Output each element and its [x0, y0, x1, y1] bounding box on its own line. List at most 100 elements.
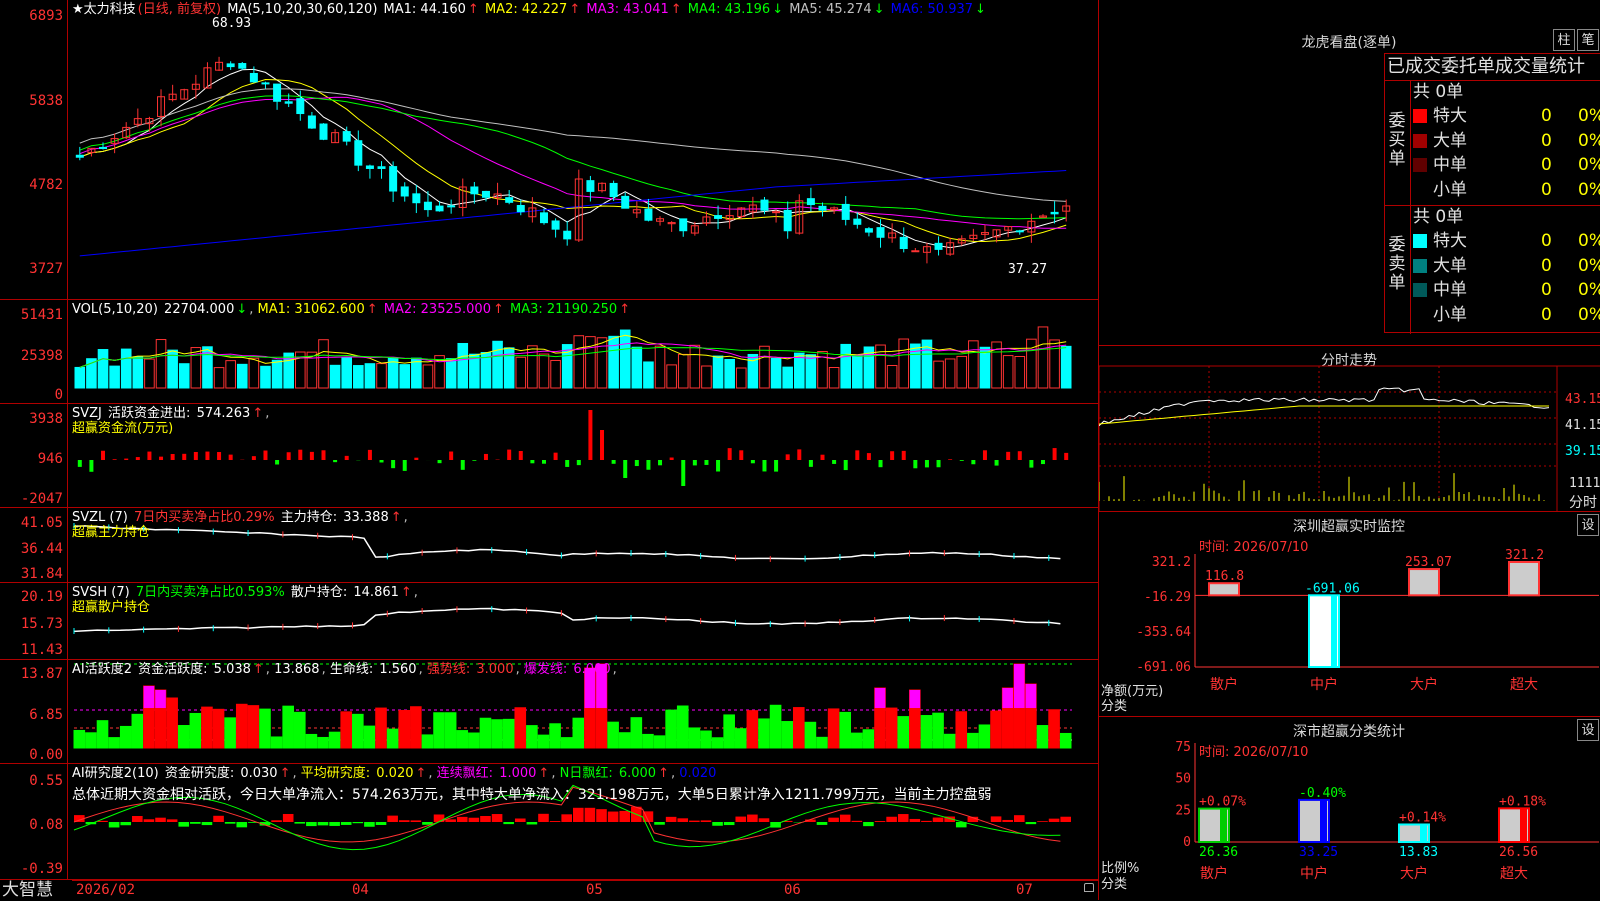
candle-body — [482, 191, 489, 197]
candle-body — [842, 204, 849, 219]
svzl-panel[interactable]: 41.05 36.44 31.84 SVZL (7) 7日内买卖净占比0.29%… — [0, 508, 1098, 583]
flow-bar — [739, 450, 743, 460]
candle-body — [262, 83, 269, 84]
flow-bar — [1064, 453, 1068, 460]
lhb-row-pct: 0% — [1578, 104, 1600, 128]
vol-bar — [632, 347, 642, 388]
research-bar — [132, 816, 143, 822]
research-bar — [875, 821, 886, 822]
ai-research-panel[interactable]: 0.55 0.08 -0.39 AI研究度2(10) 资金研究度: 0.030↑… — [0, 764, 1098, 880]
ma-arrow: ↑ — [493, 302, 508, 317]
classify-panel[interactable]: 深市超赢分类统计 设 时间: 2026/07/10 7550250+0.07%2… — [1098, 716, 1600, 900]
activity-bar — [1037, 726, 1048, 748]
activity-bar — [132, 714, 143, 748]
ai1-burst-label: 爆发线: — [524, 662, 567, 677]
ai2-arrow3: ↑ — [538, 766, 549, 781]
monitor-value: 321.2 — [1505, 548, 1544, 563]
research-bar — [898, 814, 909, 822]
ai2-chart[interactable] — [0, 764, 1098, 880]
vol-bar — [214, 368, 224, 388]
activity-bar — [608, 722, 619, 748]
svsh-panel[interactable]: 20.19 15.73 11.43 SVSH (7) 7日内买卖净占比0.593… — [0, 583, 1098, 660]
flow-bar — [310, 452, 314, 460]
activity-bar — [701, 731, 712, 748]
ai2-lian-label: 连续飘红: — [437, 766, 493, 781]
date-tick: 05 — [586, 882, 603, 898]
burst-cap — [144, 686, 155, 708]
activity-bar — [294, 712, 305, 748]
candle-body — [250, 73, 257, 81]
research-bar — [608, 812, 619, 822]
ai2-header: AI研究度2(10) 资金研究度: 0.030↑, 平均研究度: 0.020↑,… — [72, 766, 718, 781]
vol-bar — [1061, 346, 1071, 388]
monitor-chart[interactable]: 321.2-16.29-353.64-691.06116.8散户-691.06中… — [1099, 512, 1600, 717]
vol-bar — [458, 343, 468, 388]
kline-chart[interactable] — [0, 0, 1098, 300]
candle-body — [1051, 212, 1058, 213]
intraday-panel[interactable]: 分时走势 43.15 41.15 39.15 1111 分时 — [1098, 345, 1600, 511]
flow-bar — [298, 450, 302, 460]
vol-bar — [354, 366, 364, 388]
research-bar — [619, 811, 630, 822]
bar-mode-button[interactable]: 柱 — [1553, 29, 1575, 51]
classify-tick: 75 — [1175, 740, 1191, 755]
vol-bar — [516, 357, 526, 388]
ma-arrow: ↑ — [468, 2, 483, 17]
activity-bar — [457, 731, 468, 748]
brand-label: 大智慧 — [2, 880, 53, 900]
vol-panel[interactable]: 51431 25398 0 VOL(5,10,20) 22704.000↓, M… — [0, 300, 1098, 404]
ai1-life: 1.560 — [379, 662, 416, 677]
candle-body — [506, 198, 513, 203]
activity-bar — [643, 734, 654, 748]
svsh-sub: 超赢散户持仓 — [72, 600, 150, 615]
sell-total: 共 0单 — [1413, 205, 1463, 229]
ai-activity-panel[interactable]: 13.87 6.85 0.00 AI活跃度2 资金活跃度: 5.038↑, 13… — [0, 660, 1098, 764]
research-bar — [747, 815, 758, 822]
vol-bar — [319, 340, 329, 388]
candle-body — [239, 64, 246, 69]
classify-category: 散户 — [1200, 865, 1228, 882]
intraday-chart[interactable] — [1099, 346, 1600, 512]
lhb-row-value: 0 — [1541, 254, 1552, 278]
activity-bar — [271, 737, 282, 748]
burst-cap — [1014, 664, 1025, 708]
vol-bar — [794, 353, 804, 388]
ma-params: MA(5,10,20,30,60,120) — [227, 2, 377, 17]
classify-tick: 25 — [1175, 803, 1191, 818]
activity-bar — [329, 732, 340, 748]
vol-bar — [609, 336, 619, 388]
burst-cap — [910, 690, 921, 708]
monitor-value: 253.07 — [1405, 555, 1452, 570]
lhb-vdivider — [1410, 80, 1411, 334]
classify-delta: +0.07% — [1199, 795, 1246, 810]
flow-bar — [762, 460, 766, 471]
tick-mode-button[interactable]: 笔 — [1577, 29, 1599, 51]
stock-name[interactable]: ★太力科技 — [72, 2, 136, 17]
activity-bar — [283, 706, 294, 748]
svzl-header: SVZL (7) 7日内买卖净占比0.29% 主力持仓: 33.388↑, 超赢… — [72, 510, 408, 540]
kline-panel[interactable]: 6893 5838 4782 3727 ★太力科技(日线, 前复权) MA(5,… — [0, 0, 1098, 300]
classify-chart[interactable]: 7550250+0.07%26.36散户-0.40%33.25中户+0.14%1… — [1099, 717, 1600, 901]
lock-icon[interactable] — [1084, 883, 1094, 892]
candle-body — [622, 196, 629, 208]
classify-value: 33.25 — [1299, 845, 1338, 860]
ma-arrow: ↑ — [569, 2, 584, 17]
activity-bar — [387, 729, 398, 748]
flow-bar — [217, 452, 221, 460]
vol-bar — [1015, 356, 1025, 388]
flow-bar — [124, 459, 128, 460]
vol-bar — [690, 345, 700, 388]
vol-bar — [945, 359, 955, 388]
activity-bar — [306, 734, 317, 748]
research-bar — [852, 821, 863, 822]
vol-bar — [736, 368, 746, 388]
research-bar — [109, 822, 120, 827]
svzl-ratio: 7日内买卖净占比0.29% — [134, 510, 275, 525]
svzj-panel[interactable]: 3938 946 -2047 SVZJ 活跃资金进出: 574.263↑, 超赢… — [0, 404, 1098, 508]
intraday-tick: 41.15 — [1565, 418, 1600, 433]
monitor-panel[interactable]: 深圳超赢实时监控 设 时间: 2026/07/10 321.2-16.29-35… — [1098, 511, 1600, 716]
svsh-arrow: ↑ — [401, 585, 412, 600]
flow-bar — [577, 460, 581, 465]
classify-value: 26.56 — [1499, 845, 1538, 860]
svsh-header: SVSH (7) 7日内买卖净占比0.593% 散户持仓: 14.861↑, 超… — [72, 585, 418, 615]
